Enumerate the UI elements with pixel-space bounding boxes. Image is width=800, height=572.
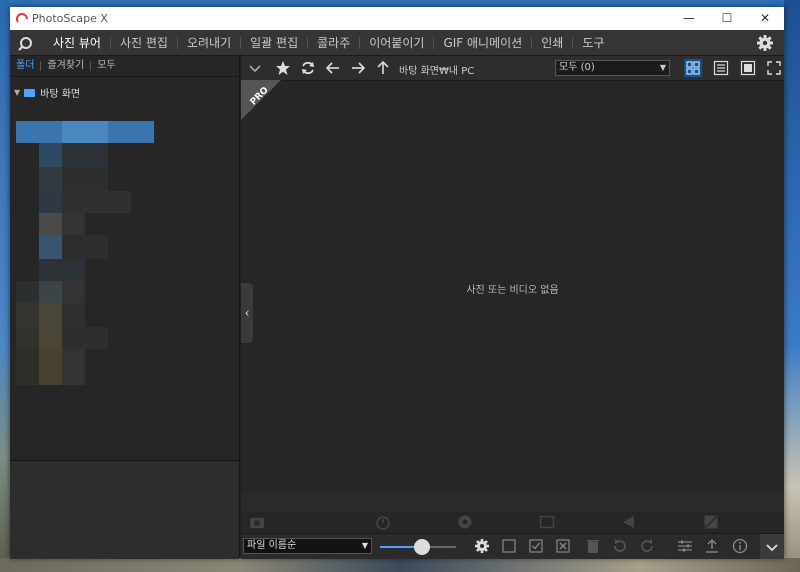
title-bar: PhotoScape X — ☐ ✕ [10,7,784,30]
status-strip [241,493,784,511]
refresh-icon[interactable] [300,60,316,76]
fullscreen-icon[interactable] [765,59,783,77]
minimize-button[interactable]: — [670,7,708,30]
folder-panel-tabs: 폴더 즐겨찾기 모두 [10,56,239,77]
preview-pane [10,460,239,559]
menu-batch-edit[interactable]: 일괄 편집 [240,36,307,49]
app-window: PhotoScape X — ☐ ✕ 사진 뷰어 사진 편집 오려내기 일괄 편… [10,7,784,559]
photo-tools-row [241,511,784,533]
thumbnail-size-slider[interactable] [380,539,456,555]
star-icon[interactable] [275,60,291,76]
exposure-icon[interactable] [539,514,555,530]
desktop-edge-left [0,0,10,572]
tab-folders[interactable]: 폴더 [10,61,40,71]
sort-value: 파일 이름순 [247,540,297,551]
maximize-button[interactable]: ☐ [708,7,746,30]
app-home-icon[interactable] [18,35,34,51]
desktop-edge-right [784,0,800,572]
folder-panel: 폴더 즐겨찾기 모두 ▼ 바탕 화면 [10,56,240,559]
list-view-icon[interactable] [712,59,730,77]
camera-icon[interactable] [249,514,265,530]
forward-arrow-icon[interactable] [350,60,366,76]
desktop-edge-bottom [0,558,800,572]
trash-icon[interactable] [585,538,601,554]
rotate-right-icon[interactable] [639,538,655,554]
expand-arrow-icon[interactable]: ▼ [14,88,20,97]
chevron-down-icon[interactable] [247,60,263,76]
rotate-left-icon[interactable] [612,538,628,554]
photo-viewer-main: 바탕 화면₩내 PC 모두 (0) ▼ PRO ‹ 사진 또는 비디오 없음 파… [241,56,784,559]
dropdown-arrow-icon: ▼ [659,63,666,72]
menu-items: 사진 뷰어 사진 편집 오려내기 일괄 편집 콜라주 이어붙이기 GIF 애니메… [44,30,613,55]
select-all-icon[interactable] [528,538,544,554]
aperture-icon[interactable] [457,514,473,530]
dropdown-arrow-icon: ▼ [361,541,368,550]
menu-print[interactable]: 인쇄 [531,36,572,49]
menu-gif-animation[interactable]: GIF 애니메이션 [433,36,531,49]
folder-icon [24,88,36,97]
main-menu-bar: 사진 뷰어 사진 편집 오려내기 일괄 편집 콜라주 이어붙이기 GIF 애니메… [10,30,784,56]
deselect-icon[interactable] [555,538,571,554]
single-view-icon[interactable] [739,59,757,77]
menu-combine[interactable]: 이어붙이기 [359,36,433,49]
viewer-bottom-bar: 파일 이름순 ▼ [241,533,784,559]
viewer-toolbar: 바탕 화면₩내 PC 모두 (0) ▼ [241,56,784,81]
empty-state-message: 사진 또는 비디오 없음 [466,285,559,296]
menu-collage[interactable]: 콜라주 [307,36,359,49]
timer-icon[interactable] [375,514,391,530]
menu-photo-editor[interactable]: 사진 편집 [109,36,177,49]
menu-cut-out[interactable]: 오려내기 [176,36,240,49]
collapse-bottom-button[interactable] [760,534,784,559]
menu-tools[interactable]: 도구 [572,36,613,49]
flash-icon[interactable] [621,514,637,530]
up-arrow-icon[interactable] [375,60,391,76]
file-type-filter-select[interactable]: 모두 (0) ▼ [555,60,670,76]
settings-gear-icon[interactable] [756,34,774,52]
close-button[interactable]: ✕ [746,7,784,30]
current-path: 바탕 화면₩내 PC [399,66,475,77]
back-arrow-icon[interactable] [325,60,341,76]
share-upload-icon[interactable] [704,538,720,554]
tab-favorites[interactable]: 즐겨찾기 [40,61,90,71]
grid-view-icon[interactable] [684,59,702,77]
blurred-folder-tree [16,97,156,389]
gear-icon[interactable] [474,538,490,554]
select-none-icon[interactable] [501,538,517,554]
lens-icon[interactable] [703,514,719,530]
sort-order-select[interactable]: 파일 이름순 ▼ [243,538,372,554]
menu-photo-viewer[interactable]: 사진 뷰어 [44,37,110,49]
slider-thumb[interactable] [413,539,430,555]
pro-badge[interactable]: PRO [241,80,281,120]
info-icon[interactable] [732,538,748,554]
adjust-sliders-icon[interactable] [677,538,693,554]
app-title: PhotoScape X [32,12,108,25]
tab-all[interactable]: 모두 [90,61,121,71]
chevron-down-icon [766,544,778,552]
photoscape-logo-icon [16,13,28,23]
filter-value: 모두 (0) [559,62,595,73]
